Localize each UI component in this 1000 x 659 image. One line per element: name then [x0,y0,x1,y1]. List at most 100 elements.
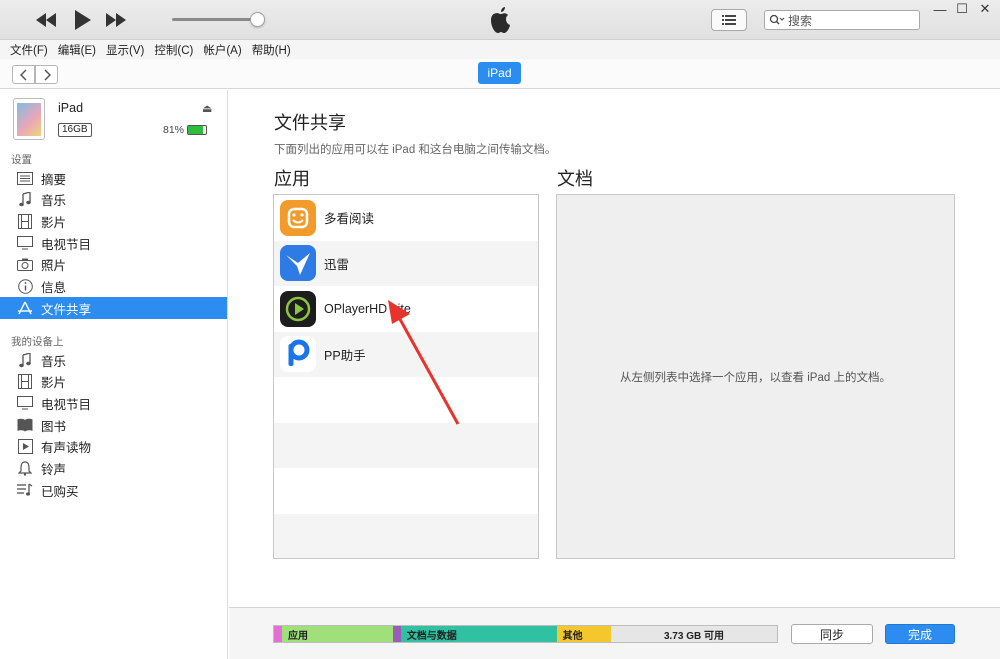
volume-slider[interactable] [172,18,258,21]
camera-icon [16,257,34,273]
sidebar-item-tv[interactable]: 电视节目 [0,232,227,254]
storage-segment [274,626,283,642]
sidebar-item-music[interactable]: 音乐 [0,349,227,371]
sidebar-item-film[interactable]: 影片 [0,210,227,232]
eject-icon[interactable]: ⏏ [202,102,212,115]
menu-view[interactable]: 显示(V) [106,42,144,58]
storage-bar: 应用 文档与数据 其他 3.73 GB 可用 [273,625,778,643]
ondevice-section-label: 我的设备上 [11,336,64,348]
documents-placeholder: 从左侧列表中选择一个应用，以查看 iPad 上的文档。 [620,371,891,384]
chevron-right-icon [43,68,51,81]
battery-icon [187,125,207,135]
sidebar-item-label: 文件共享 [41,302,92,317]
sidebar-item-label: 音乐 [41,194,67,209]
sidebar-item-camera[interactable]: 照片 [0,254,227,276]
fast-forward-icon[interactable] [104,9,128,31]
apple-logo-icon [487,6,513,34]
page-subtitle: 下面列出的应用可以在 iPad 和这台电脑之间传输文档。 [274,144,557,156]
play-icon[interactable] [70,9,94,31]
menu-account[interactable]: 帐户(A) [203,42,241,58]
minimize-icon[interactable]: — [930,2,950,17]
sidebar-item-film[interactable]: 影片 [0,371,227,393]
close-icon[interactable]: ✕ [975,1,995,16]
menu-edit[interactable]: 编辑(E) [58,42,96,58]
page-title: 文件共享 [274,113,346,133]
done-button[interactable]: 完成 [885,624,955,644]
music-icon [16,192,34,208]
sidebar-item-label: 摘要 [41,172,67,187]
sidebar-item-label: 有声读物 [41,441,92,456]
battery-percent: 81% [163,124,185,136]
sidebar-item-summary[interactable]: 摘要 [0,167,227,189]
app-icon [280,199,316,236]
app-icon [280,290,316,327]
storage-segment [392,626,401,642]
sidebar-item-label: 影片 [41,376,67,391]
chevron-left-icon [19,68,27,81]
storage-segment: 文档与数据 [400,626,557,642]
menu-bar: 文件(F) 编辑(E) 显示(V) 控制(C) 帐户(A) 帮助(H) [0,40,1000,59]
tv-icon [16,395,34,411]
app-list-item[interactable]: 多看阅读 [274,195,538,240]
audiobook-icon [16,439,34,455]
film-icon [16,213,34,229]
sidebar-item-tv[interactable]: 电视节目 [0,392,227,414]
sidebar-item-info[interactable]: 信息 [0,276,227,298]
list-icon [722,15,736,25]
back-button[interactable] [12,65,35,84]
sidebar-item-music[interactable]: 音乐 [0,189,227,211]
storage-segment: 3.73 GB 可用 [610,626,777,642]
list-view-button[interactable] [711,9,747,31]
sidebar-item-label: 照片 [41,259,67,274]
device-name: iPad [58,101,84,115]
menu-help[interactable]: 帮助(H) [252,42,291,58]
info-icon [16,279,34,295]
device-button[interactable]: iPad [478,62,521,84]
app-name: 迅雷 [324,257,350,272]
maximize-icon[interactable]: ☐ [952,1,972,16]
search-icon [769,14,785,25]
sidebar-item-label: 图书 [41,419,67,434]
settings-section-label: 设置 [11,154,32,166]
documents-panel: 从左侧列表中选择一个应用，以查看 iPad 上的文档。 [556,194,955,559]
rewind-icon[interactable] [34,9,58,31]
sync-button[interactable]: 同步 [791,624,873,644]
app-list-item[interactable]: 迅雷 [274,240,538,286]
device-thumbnail [13,98,45,140]
menu-file[interactable]: 文件(F) [10,42,48,58]
apps-header: 应用 [274,169,310,189]
app-icon [280,336,316,372]
app-name: PP助手 [324,348,366,363]
search-input[interactable]: 搜索 [764,10,920,30]
sidebar-item-label: 已购买 [41,484,79,499]
sidebar-item-app-store[interactable]: 文件共享 [0,297,227,320]
sidebar-item-audiobook[interactable]: 有声读物 [0,436,227,458]
forward-button[interactable] [35,65,58,84]
sidebar-item-label: 铃声 [41,463,67,477]
app-icon [280,245,316,281]
tv-icon [16,235,34,251]
menu-controls[interactable]: 控制(C) [154,42,193,58]
annotation-arrow-icon [388,300,460,425]
search-placeholder: 搜索 [788,13,813,28]
sidebar-item-book[interactable]: 图书 [0,414,227,436]
app-name: 多看阅读 [324,212,375,226]
empty-list-row [274,468,538,513]
docs-header: 文档 [557,169,593,189]
sidebar: iPad ⏏ 16GB 81% 设置 摘要 音乐 影片 电视节目 照片 信息 文件共享 我的… [0,90,228,659]
storage-segment: 应用 [282,626,393,642]
bell-icon [16,461,34,477]
device-capacity: 16GB [58,123,92,137]
book-icon [16,417,34,433]
empty-list-row [274,513,538,558]
app-store-icon [16,300,34,316]
purchased-icon [16,482,34,498]
music-icon [16,352,34,368]
sidebar-item-label: 音乐 [41,354,67,369]
title-bar: 搜索 — ☐ ✕ [0,0,1000,40]
sidebar-item-label: 电视节目 [41,397,92,412]
volume-knob[interactable] [250,12,265,27]
sidebar-item-bell[interactable]: 铃声 [0,458,227,480]
sidebar-item-label: 影片 [41,215,67,230]
sidebar-item-purchased[interactable]: 已购买 [0,479,227,501]
